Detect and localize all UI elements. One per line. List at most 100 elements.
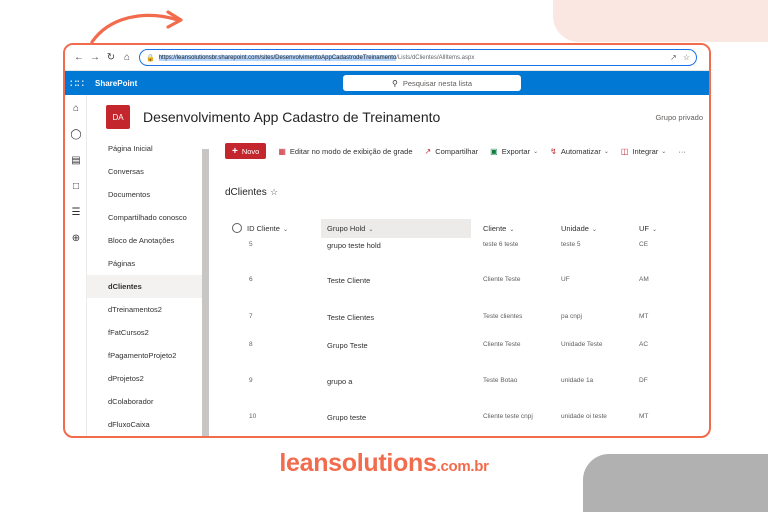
list-icon[interactable]: ☰ bbox=[65, 199, 87, 225]
favorite-star-icon[interactable]: ☆ bbox=[270, 187, 278, 198]
nav-item[interactable]: dFluxoCaixa bbox=[87, 413, 209, 436]
cell-grupo-hold[interactable]: Teste Clientes bbox=[327, 313, 374, 322]
integrate-icon: ◫ bbox=[620, 146, 629, 156]
address-bar[interactable]: 🔒 https://leansolutionsbr.sharepoint.com… bbox=[139, 49, 697, 66]
export-label: Exportar bbox=[501, 146, 531, 156]
search-placeholder: Pesquisar nesta lista bbox=[402, 78, 473, 88]
cell-grupo-hold[interactable]: Grupo teste bbox=[327, 413, 366, 422]
app-rail: ⌂ ◯ ▤ □ ☰ ⊕ bbox=[65, 95, 87, 436]
cell-uf: MT bbox=[639, 313, 649, 320]
share-icon: ↗ bbox=[424, 146, 432, 156]
cell-grupo-hold[interactable]: grupo a bbox=[327, 377, 352, 386]
cell-id: 9 bbox=[249, 377, 253, 384]
cell-uf: AM bbox=[639, 276, 649, 283]
share-button[interactable]: ↗ Compartilhar bbox=[425, 147, 479, 156]
cell-unidade: unidade oi teste bbox=[561, 413, 607, 420]
nav-item[interactable]: dColaborador bbox=[87, 390, 209, 413]
chevron-down-icon: ⌄ bbox=[368, 227, 374, 233]
nav-item[interactable]: dTreinamentos2 bbox=[87, 298, 209, 321]
excel-icon: ▣ bbox=[490, 146, 498, 156]
flow-icon: ↯ bbox=[550, 146, 557, 156]
chevron-down-icon: ⌄ bbox=[509, 227, 515, 233]
column-header-uf[interactable]: UF ⌄ bbox=[639, 219, 679, 238]
column-header-grupo-hold[interactable]: Grupo Hold ⌄ bbox=[321, 219, 471, 238]
column-header-id[interactable]: ID Cliente ⌄ bbox=[247, 219, 317, 238]
cell-grupo-hold[interactable]: Teste Cliente bbox=[327, 276, 370, 285]
cell-unidade: pa cnpj bbox=[561, 313, 582, 320]
decor-top-shape bbox=[553, 0, 768, 42]
add-circle-icon[interactable]: ⊕ bbox=[65, 225, 87, 251]
nav-item[interactable]: dProjetos2 bbox=[87, 367, 209, 390]
column-header-unidade[interactable]: Unidade ⌄ bbox=[561, 219, 636, 238]
nav-item-active[interactable]: dClientes bbox=[87, 275, 209, 298]
integrate-button[interactable]: ◫ Integrar ⌄ bbox=[621, 147, 666, 156]
site-title[interactable]: Desenvolvimento App Cadastro de Treiname… bbox=[143, 109, 440, 125]
cell-uf: CE bbox=[639, 241, 649, 248]
home-icon[interactable]: ⌂ bbox=[65, 95, 87, 121]
chevron-down-icon: ⌄ bbox=[282, 227, 288, 233]
favorite-star-icon[interactable]: ☆ bbox=[683, 53, 690, 62]
brand-name: leansolutions bbox=[279, 449, 437, 477]
cell-id: 10 bbox=[249, 413, 257, 420]
browser-toolbar: ← → ↻ ⌂ 🔒 https://leansolutionsbr.sharep… bbox=[65, 45, 709, 71]
cell-unidade: Unidade Teste bbox=[561, 341, 603, 348]
cell-cliente: Cliente Teste bbox=[483, 341, 521, 348]
new-button[interactable]: + Novo bbox=[225, 143, 267, 159]
app-launcher-icon[interactable]: ∷∷ bbox=[65, 77, 89, 90]
nav-item[interactable]: Compartilhado conosco bbox=[87, 206, 209, 229]
nav-item[interactable]: Página Inicial bbox=[87, 137, 209, 160]
nav-item[interactable]: Bloco de Anotações bbox=[87, 229, 209, 252]
nav-item[interactable]: fPagamentoProjeto2 bbox=[87, 344, 209, 367]
globe-icon[interactable]: ◯ bbox=[65, 121, 87, 147]
edit-grid-label: Editar no modo de exibição de grade bbox=[289, 146, 413, 156]
url-rest-text: /Lists/dClientes/AllItems.aspx bbox=[396, 54, 475, 61]
site-header: DA Desenvolvimento App Cadastro de Trein… bbox=[87, 95, 709, 137]
url-selected-text: https://leansolutionsbr.sharepoint.com/s… bbox=[158, 54, 397, 61]
cell-grupo-hold[interactable]: grupo teste hold bbox=[327, 241, 381, 250]
automate-button[interactable]: ↯ Automatizar ⌄ bbox=[550, 147, 609, 156]
cell-uf: MT bbox=[639, 413, 649, 420]
nav-item[interactable]: Páginas bbox=[87, 252, 209, 275]
back-icon[interactable]: ← bbox=[71, 52, 87, 63]
new-button-label: Novo bbox=[241, 146, 260, 156]
cell-cliente: Cliente teste cnpj bbox=[483, 413, 533, 420]
column-header-label: Cliente bbox=[483, 224, 507, 233]
cell-uf: DF bbox=[639, 377, 648, 384]
cell-grupo-hold[interactable]: Grupo Teste bbox=[327, 341, 368, 350]
integrate-label: Integrar bbox=[632, 146, 659, 156]
nav-item[interactable]: Conversas bbox=[87, 160, 209, 183]
nav-item[interactable]: fFatCursos2 bbox=[87, 321, 209, 344]
nav-item[interactable]: Documentos bbox=[87, 183, 209, 206]
cell-id: 5 bbox=[249, 241, 253, 248]
browser-window: ← → ↻ ⌂ 🔒 https://leansolutionsbr.sharep… bbox=[63, 43, 711, 438]
column-header-label: Unidade bbox=[561, 224, 589, 233]
search-icon: ⚲ bbox=[391, 78, 398, 88]
column-header-label: UF bbox=[639, 224, 649, 233]
chevron-down-icon: ⌄ bbox=[603, 148, 609, 155]
news-icon[interactable]: ▤ bbox=[65, 147, 87, 173]
search-input[interactable]: ⚲ Pesquisar nesta lista bbox=[343, 75, 521, 91]
brand-domain: .com.br bbox=[436, 458, 489, 475]
home-icon[interactable]: ⌂ bbox=[119, 52, 135, 63]
sharepoint-brand[interactable]: SharePoint bbox=[95, 79, 137, 88]
chevron-down-icon: ⌄ bbox=[652, 227, 658, 233]
site-logo[interactable]: DA bbox=[106, 105, 130, 129]
edit-grid-button[interactable]: ▦ Editar no modo de exibição de grade bbox=[278, 147, 412, 156]
file-icon[interactable]: □ bbox=[65, 173, 87, 199]
column-header-label: ID Cliente bbox=[247, 224, 280, 233]
column-header-cliente[interactable]: Cliente ⌄ bbox=[483, 219, 558, 238]
page-body: ⌂ ◯ ▤ □ ☰ ⊕ DA Desenvolvimento App Cadas… bbox=[65, 95, 709, 436]
select-all-checkbox[interactable] bbox=[232, 223, 242, 233]
reload-icon[interactable]: ↻ bbox=[103, 52, 119, 63]
more-button[interactable]: ··· bbox=[678, 147, 686, 156]
plus-icon: + bbox=[232, 145, 238, 157]
cell-id: 7 bbox=[249, 313, 253, 320]
export-button[interactable]: ▣ Exportar ⌄ bbox=[490, 147, 538, 156]
forward-icon[interactable]: → bbox=[87, 52, 103, 63]
cell-id: 6 bbox=[249, 276, 253, 283]
share-page-icon[interactable]: ↗ bbox=[670, 53, 677, 62]
nav-scrollbar[interactable] bbox=[202, 149, 209, 436]
list-title: dClientes bbox=[225, 187, 267, 198]
left-navigation: Página Inicial Conversas Documentos Comp… bbox=[87, 137, 209, 436]
cell-unidade: unidade 1a bbox=[561, 377, 594, 384]
